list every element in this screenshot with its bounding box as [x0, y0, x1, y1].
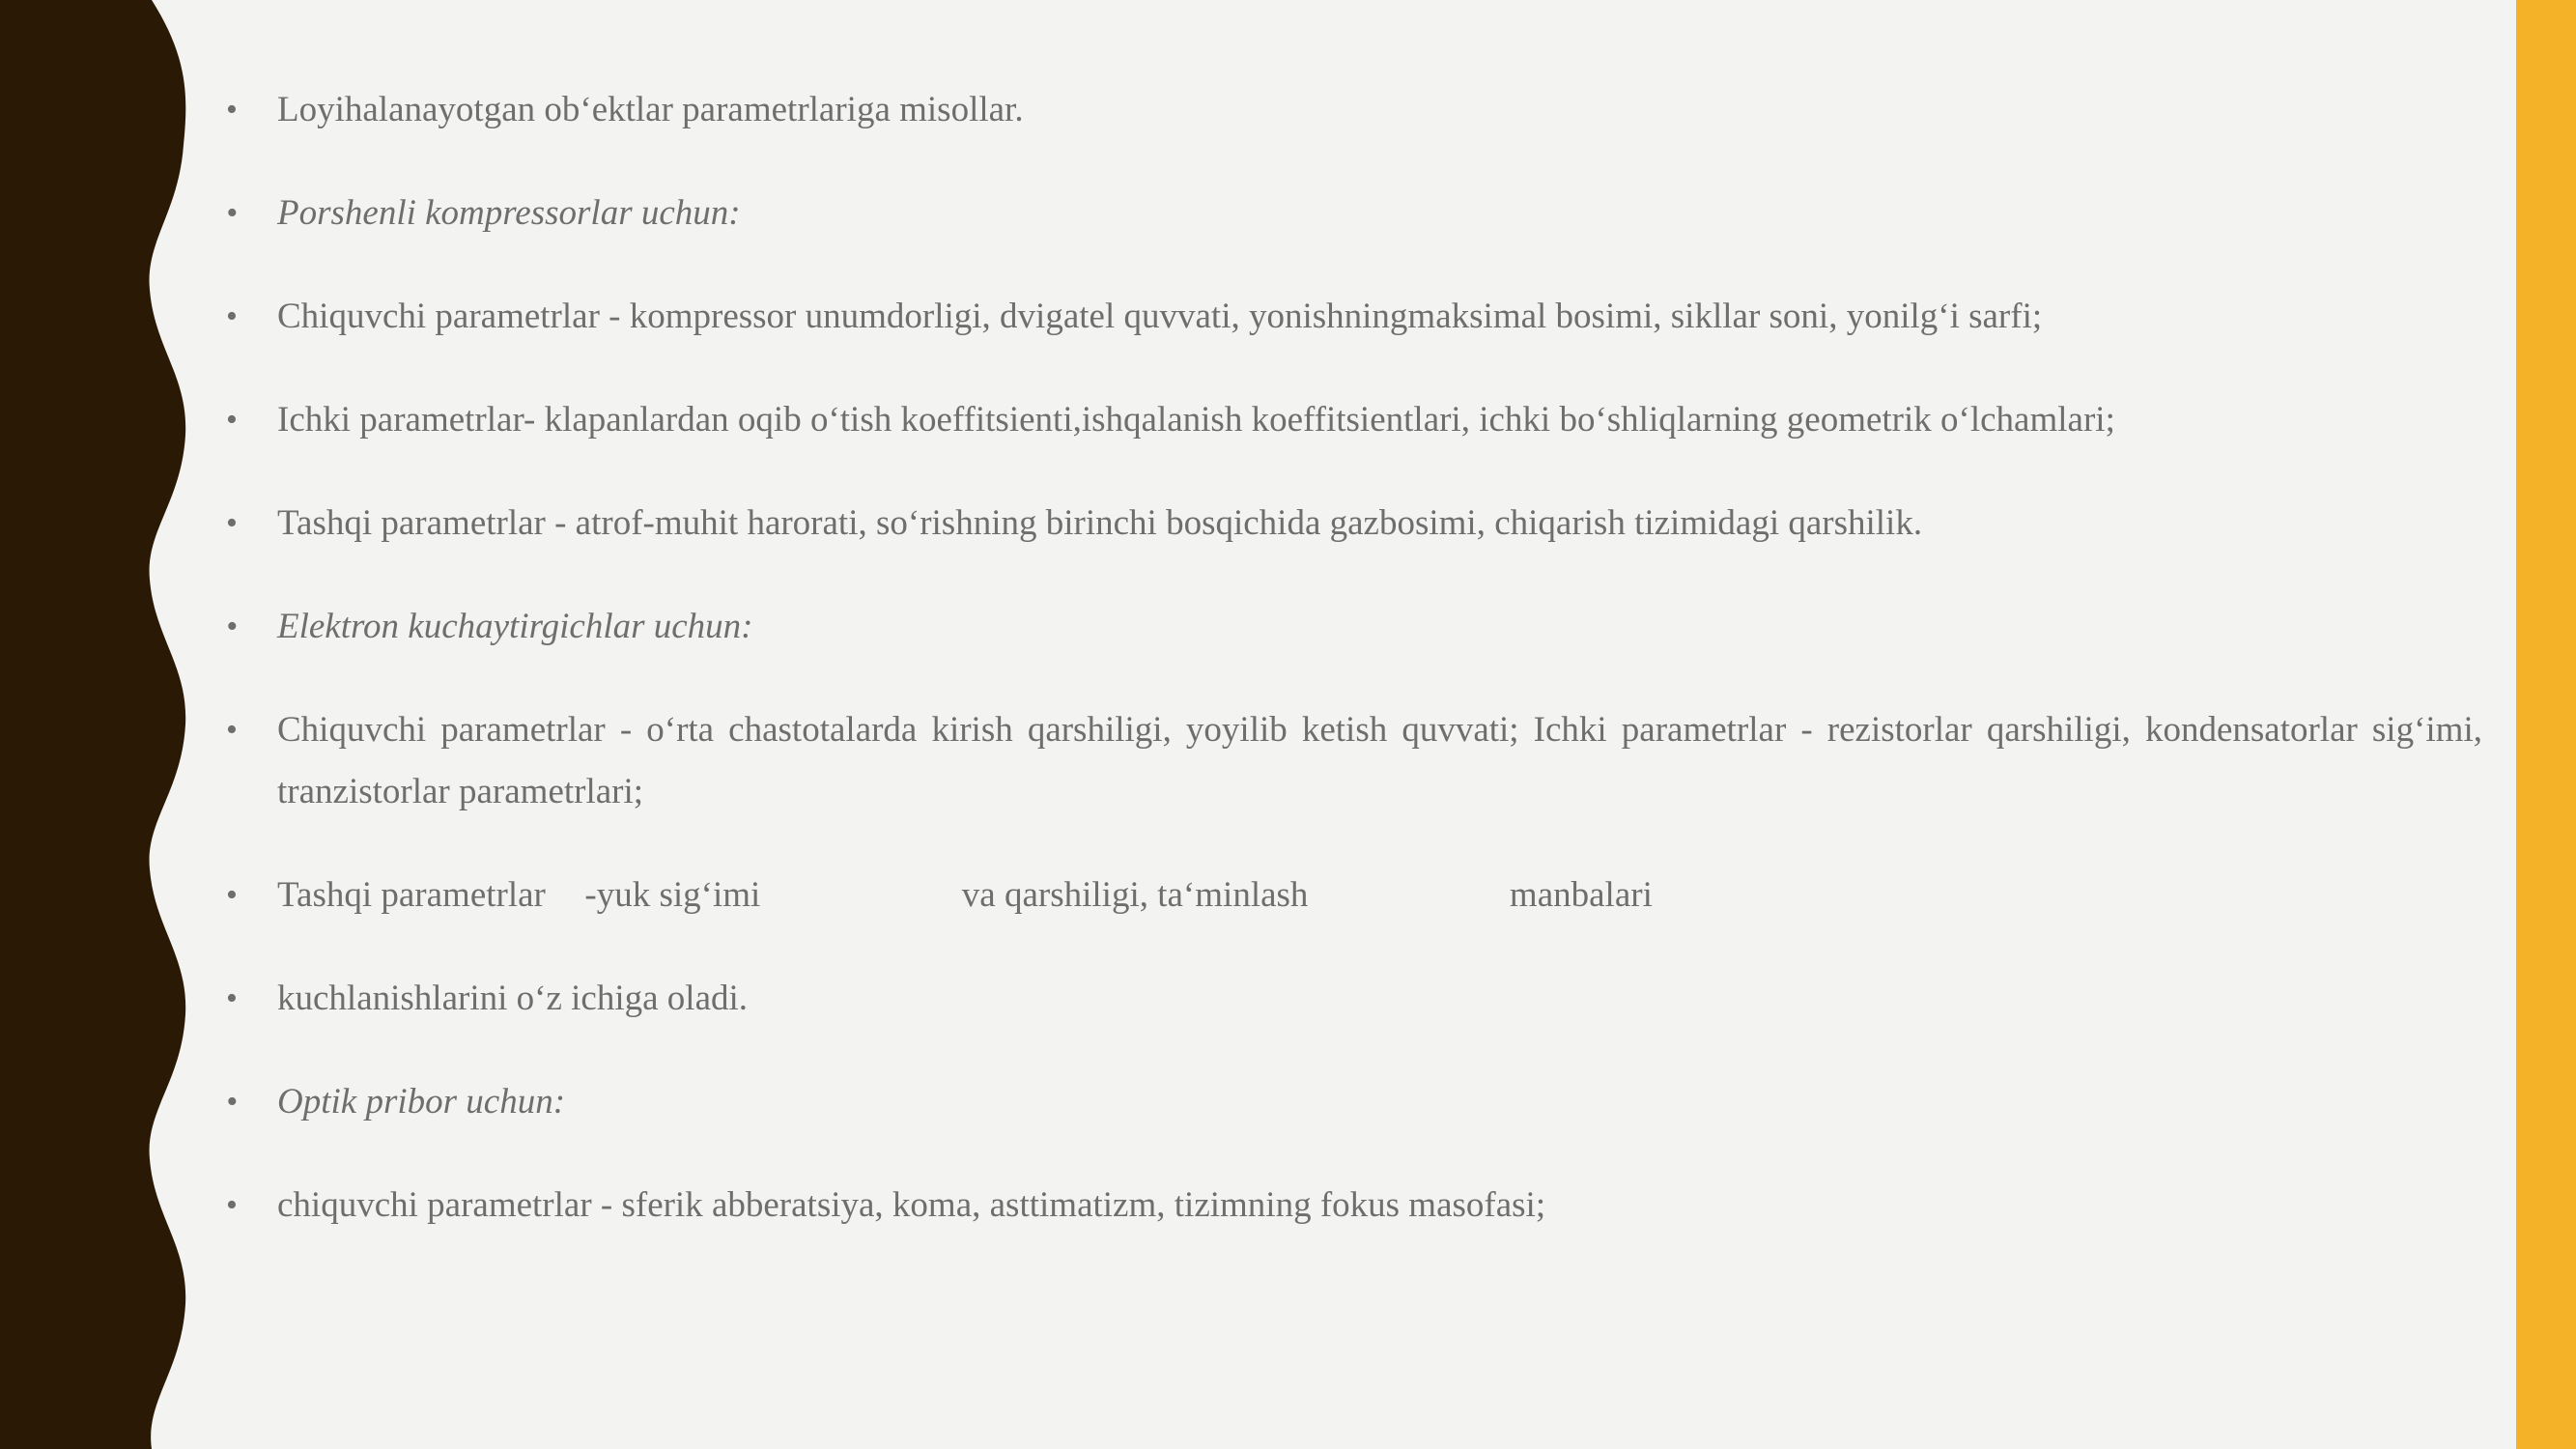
bullet-list: Loyihalanayotgan ob‘ektlar parametrlarig… [222, 79, 2482, 1236]
right-accent-bar [2516, 0, 2576, 1449]
bullet-part: Tashqi parametrlar [277, 875, 546, 915]
slide: Loyihalanayotgan ob‘ektlar parametrlarig… [0, 0, 2576, 1449]
slide-content: Loyihalanayotgan ob‘ektlar parametrlarig… [222, 79, 2482, 1278]
bullet-item-heading: Elektron kuchaytirgichlar uchun: [222, 596, 2482, 658]
bullet-item: kuchlanishlarini o‘z ichiga oladi. [222, 968, 2482, 1030]
bullet-part: va qarshiligi, ta‘minlash [961, 875, 1309, 915]
bullet-item: Tashqi parametrlar -yuk sig‘imi va qarsh… [222, 865, 2482, 926]
bullet-item-heading: Optik pribor uchun: [222, 1071, 2482, 1133]
bullet-part: -yuk sig‘imi [584, 875, 761, 915]
bullet-item: Chiquvchi parametrlar - kompressor unumd… [222, 286, 2482, 348]
bullet-item: Tashqi parametrlar - atrof-muhit harorat… [222, 493, 2482, 554]
bullet-part: manbalari [1509, 875, 1653, 915]
bullet-item: Chiquvchi parametrlar - o‘rta chastotala… [222, 699, 2482, 823]
bullet-item: Ichki parametrlar- klapanlardan oqib o‘t… [222, 389, 2482, 451]
bullet-item-heading: Porshenli kompressorlar uchun: [222, 183, 2482, 244]
left-wave-decoration [0, 0, 186, 1449]
bullet-item: Loyihalanayotgan ob‘ektlar parametrlarig… [222, 79, 2482, 141]
bullet-item: chiquvchi parametrlar - sferik abberatsi… [222, 1175, 2482, 1236]
